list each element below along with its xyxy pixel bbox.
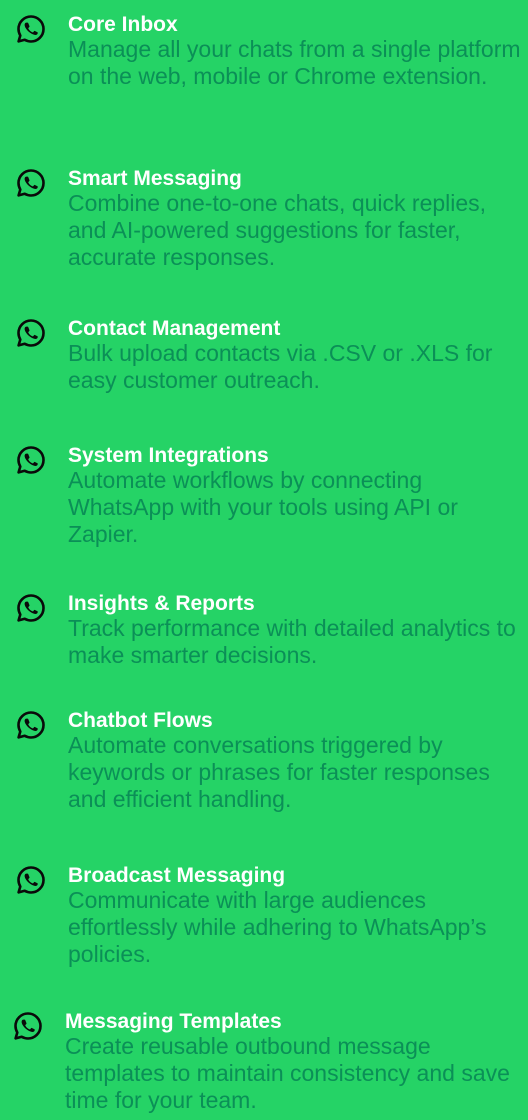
feature-description: Manage all your chats from a single plat… xyxy=(68,36,521,89)
whatsapp-icon xyxy=(17,594,45,622)
feature-title: Smart Messaging xyxy=(68,167,242,190)
whatsapp-icon xyxy=(17,711,45,739)
whatsapp-icon xyxy=(17,866,45,894)
feature-description: Automate conversations triggered by keyw… xyxy=(68,732,490,812)
feature-title: Broadcast Messaging xyxy=(68,864,286,887)
feature-title: Insights & Reports xyxy=(68,592,255,615)
whatsapp-icon xyxy=(17,446,45,474)
feature-title: Chatbot Flows xyxy=(68,709,213,732)
feature-description: Track performance with detailed analytic… xyxy=(68,615,516,668)
feature-title: System Integrations xyxy=(68,444,269,467)
feature-description: Automate workflows by connecting WhatsAp… xyxy=(68,467,458,547)
feature-description: Communicate with large audiences effortl… xyxy=(68,887,487,967)
feature-list: Core Inbox Manage all your chats from a … xyxy=(0,0,528,1120)
feature-title: Core Inbox xyxy=(68,13,178,36)
feature-description: Bulk upload contacts via .CSV or .XLS fo… xyxy=(68,340,493,393)
feature-title: Messaging Templates xyxy=(65,1010,282,1033)
whatsapp-icon xyxy=(17,15,45,43)
feature-description: Create reusable outbound message templat… xyxy=(65,1033,510,1113)
feature-description: Combine one-to-one chats, quick replies,… xyxy=(68,190,487,270)
whatsapp-icon xyxy=(17,319,45,347)
whatsapp-icon xyxy=(14,1012,42,1040)
whatsapp-icon xyxy=(17,169,45,197)
feature-title: Contact Management xyxy=(68,317,281,340)
